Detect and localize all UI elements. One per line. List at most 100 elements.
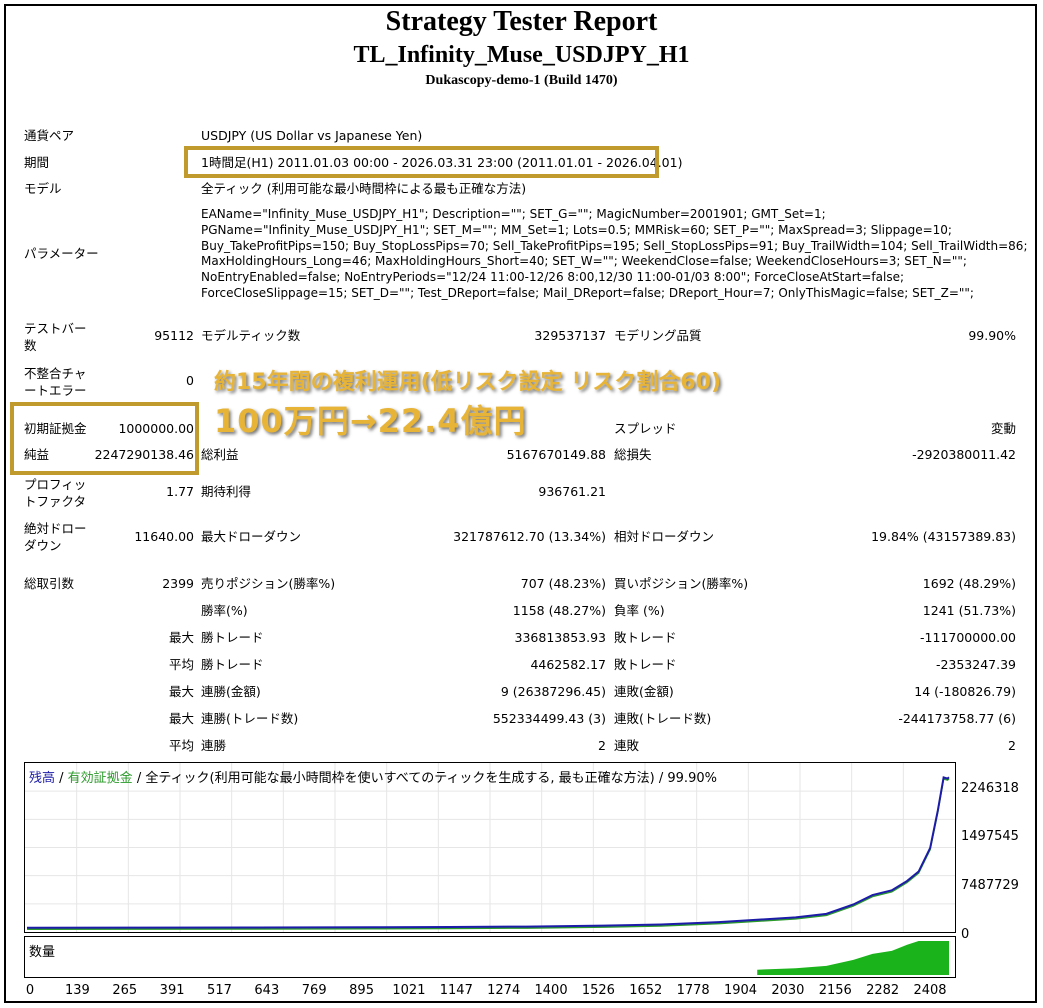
- x-tick-label: 1021: [392, 983, 426, 998]
- short-value: 707 (48.23%): [520, 576, 606, 591]
- lossrate-value: 1241 (51.73%): [922, 603, 1016, 618]
- gross-profit-value: 5167670149.88: [506, 447, 606, 462]
- row-label-left: 勝トレード: [201, 657, 264, 672]
- row-value-right: 2: [1008, 738, 1016, 753]
- x-tick-label: 2408: [913, 983, 947, 998]
- x-tick-label: 0: [25, 983, 35, 998]
- long-label: 買いポジション(勝率%): [614, 576, 749, 591]
- period-label: 期間: [24, 155, 50, 170]
- abs-dd-value: 11640.00: [134, 529, 194, 544]
- row-prefix: 最大: [168, 711, 194, 726]
- volume-label: 数量: [29, 945, 56, 960]
- chart-legend: 残高 / 有効証拠金 / 全ティック(利用可能な最小時間枠を使いすべてのティック…: [29, 767, 717, 786]
- annotation-line1: 約15年間の複利運用(低リスク設定 リスク割合60): [214, 370, 722, 395]
- row-value-left: 552334499.43 (3): [492, 711, 606, 726]
- volume-chart: [24, 936, 956, 978]
- spread-label: スプレッド: [614, 421, 677, 436]
- model-label: モデル: [24, 181, 62, 196]
- x-tick-label: 1652: [629, 983, 663, 998]
- row-label-left: 連勝(金額): [201, 684, 261, 699]
- row-value-left: 2: [598, 738, 606, 753]
- balance-chart-plot: [25, 763, 955, 932]
- row-value-left: 336813853.93: [514, 630, 606, 645]
- params-line: PGName="Infinity_Muse_USDJPY_H1"; SET_M=…: [201, 222, 952, 237]
- legend-description: / 全ティック(利用可能な最小時間枠を使いすべてのティックを生成する, 最も正確…: [132, 771, 717, 786]
- row-label-left: 連勝(トレード数): [201, 711, 299, 726]
- row-value-right: -244173758.77 (6): [898, 711, 1016, 726]
- x-tick-label: 2030: [771, 983, 805, 998]
- row-value-right: 14 (-180826.79): [914, 684, 1016, 699]
- x-tick-label: 391: [159, 983, 185, 998]
- row-value-left: 9 (26387296.45): [500, 684, 606, 699]
- legend-separator: /: [55, 771, 68, 786]
- params-line: NoEntryEnabled=false; NoEntryPeriods="12…: [201, 270, 905, 285]
- row-label-right: 連敗(トレード数): [614, 711, 712, 726]
- equity-line: [26, 777, 950, 931]
- legend-equity: 有効証拠金: [67, 771, 133, 786]
- trades-value: 2399: [162, 576, 194, 591]
- abs-dd-label: 絶対ドロー ダウン: [24, 521, 87, 553]
- rel-dd-label: 相対ドローダウン: [614, 529, 715, 544]
- spread-value: 変動: [990, 421, 1016, 436]
- row-prefix: 平均: [168, 657, 194, 672]
- ea-name: TL_Infinity_Muse_USDJPY_H1: [353, 42, 690, 68]
- params-line: EAName="Infinity_Muse_USDJPY_H1"; Descri…: [201, 207, 826, 221]
- row-label-right: 敗トレード: [614, 630, 677, 645]
- pair-label: 通貨ペア: [24, 128, 75, 143]
- volume-area: [757, 941, 949, 975]
- x-tick-label: 895: [349, 983, 374, 998]
- trades-label: 総取引数: [24, 576, 75, 591]
- ticks-label: モデルティック数: [201, 328, 301, 343]
- params-line: ForceCloseSlippage=15; SET_D=""; Test_DR…: [201, 285, 974, 300]
- x-tick-label: 1400: [534, 983, 568, 998]
- legend-balance: 残高: [29, 771, 56, 786]
- bars-value: 95112: [154, 328, 194, 343]
- x-tick-label: 1778: [676, 983, 710, 998]
- row-prefix: 最大: [168, 630, 194, 645]
- annotation-line2: 100万円→22.4億円: [214, 402, 527, 440]
- server-name: Dukascopy-demo-1 (Build 1470): [425, 73, 618, 88]
- report-title: Strategy Tester Report: [385, 6, 658, 37]
- mismatch-value: 0: [186, 373, 194, 388]
- row-label-right: 連敗(金額): [614, 684, 674, 699]
- params-block: EAName="Infinity_Muse_USDJPY_H1"; Descri…: [201, 207, 1027, 302]
- pair-value: USDJPY (US Dollar vs Japanese Yen): [201, 128, 423, 143]
- mismatch-label: 不整合チャ ートエラー: [24, 366, 87, 398]
- y-tick-label: 0: [961, 927, 970, 942]
- row-prefix: 平均: [168, 738, 194, 753]
- winrate-label: 勝率(%): [201, 603, 248, 618]
- params-line: Buy_TakeProfitPips=150; Buy_StopLossPips…: [201, 238, 1028, 253]
- row-value-left: 4462582.17: [530, 657, 606, 672]
- ticks-value: 329537137: [534, 328, 606, 343]
- expected-label: 期待利得: [201, 484, 252, 499]
- row-label-right: 敗トレード: [614, 657, 677, 672]
- balance-chart: [24, 762, 956, 933]
- x-tick-label: 1147: [439, 983, 473, 998]
- long-value: 1692 (48.29%): [922, 576, 1016, 591]
- lossrate-label: 負率 (%): [614, 603, 665, 618]
- winrate-value: 1158 (48.27%): [512, 603, 606, 618]
- rel-dd-value: 19.84% (43157389.83): [871, 529, 1016, 544]
- params-line: MaxHoldingHours_Long=46; MaxHoldingHours…: [201, 254, 967, 269]
- x-tick-label: 769: [301, 983, 327, 998]
- x-tick-label: 139: [64, 983, 90, 998]
- bars-label: テストバー 数: [24, 321, 87, 353]
- x-tick-label: 1526: [581, 983, 615, 998]
- period-highlight: [184, 146, 659, 178]
- gross-loss-label: 総損失: [614, 447, 652, 462]
- x-tick-label: 1904: [723, 983, 758, 998]
- short-label: 売りポジション(勝率%): [201, 576, 336, 591]
- row-value-right: -2353247.39: [935, 657, 1016, 672]
- quality-label: モデリング品質: [614, 328, 702, 343]
- row-prefix: 最大: [168, 684, 194, 699]
- gross-profit-label: 総利益: [201, 447, 239, 462]
- balance-line: [26, 776, 950, 929]
- y-tick-label: 7487729: [961, 878, 1019, 893]
- gross-loss-value: -2920380011.42: [912, 447, 1016, 462]
- params-label: パラメーター: [24, 246, 99, 261]
- expected-value: 936761.21: [538, 484, 606, 499]
- y-tick-label: 1497545: [961, 829, 1019, 844]
- max-dd-label: 最大ドローダウン: [201, 529, 302, 544]
- model-value: 全ティック (利用可能な最小時間枠による最も正確な方法): [201, 181, 527, 196]
- quality-value: 99.90%: [968, 328, 1016, 343]
